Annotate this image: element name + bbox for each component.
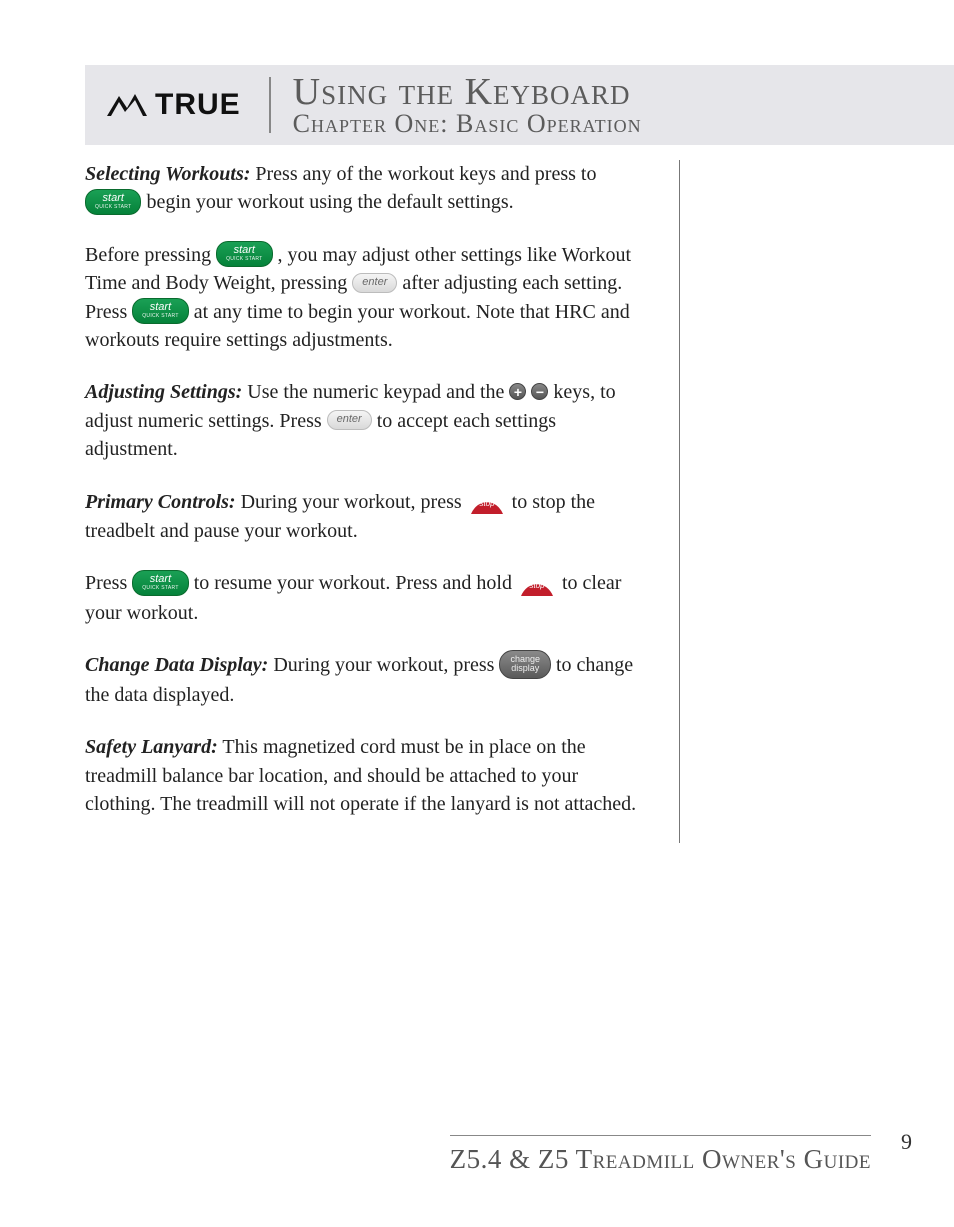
stop-button-icon: stop — [467, 488, 507, 516]
minus-icon: − — [531, 383, 548, 400]
paragraph-safety-lanyard: Safety Lanyard: This magnetized cord mus… — [85, 733, 651, 818]
svg-text:stop: stop — [529, 581, 545, 590]
logo-text: TRUE — [155, 88, 241, 122]
start-button-icon: startQUICK START — [216, 241, 272, 267]
lead-primary-controls: Primary Controls: — [85, 491, 236, 513]
body-content: Selecting Workouts: Press any of the wor… — [85, 160, 680, 843]
title-block: Using the Keyboard Chapter One: Basic Op… — [271, 73, 642, 137]
start-button-icon: startQUICK START — [132, 298, 188, 324]
brand-logo: TRUE — [85, 77, 271, 133]
paragraph-primary-controls: Primary Controls: During your workout, p… — [85, 488, 651, 546]
start-button-icon: startQUICK START — [132, 570, 188, 596]
lead-selecting-workouts: Selecting Workouts: — [85, 163, 250, 185]
logo-icon — [105, 90, 149, 120]
svg-text:stop: stop — [479, 499, 495, 508]
page-number: 9 — [901, 1129, 912, 1155]
start-button-icon: startQUICK START — [85, 189, 141, 215]
lead-safety-lanyard: Safety Lanyard: — [85, 736, 218, 758]
page-footer: Z5.4 & Z5 Treadmill Owner's Guide 9 — [0, 1135, 912, 1175]
change-display-button-icon: changedisplay — [499, 650, 551, 679]
enter-button-icon: enter — [352, 273, 397, 293]
plus-icon: + — [509, 383, 526, 400]
stop-button-icon: stop — [517, 570, 557, 598]
paragraph-before-pressing: Before pressing startQUICK START , you m… — [85, 241, 651, 355]
paragraph-resume: Press startQUICK START to resume your wo… — [85, 569, 651, 627]
page-subtitle: Chapter One: Basic Operation — [293, 111, 642, 137]
page-title: Using the Keyboard — [293, 73, 642, 111]
lead-adjusting-settings: Adjusting Settings: — [85, 381, 242, 403]
paragraph-adjusting-settings: Adjusting Settings: Use the numeric keyp… — [85, 378, 651, 463]
footer-guide-title: Z5.4 & Z5 Treadmill Owner's Guide — [450, 1135, 871, 1175]
enter-button-icon: enter — [327, 410, 372, 430]
paragraph-change-display: Change Data Display: During your workout… — [85, 651, 651, 709]
page-header: TRUE Using the Keyboard Chapter One: Bas… — [85, 65, 954, 145]
lead-change-display: Change Data Display: — [85, 654, 268, 676]
paragraph-selecting-workouts: Selecting Workouts: Press any of the wor… — [85, 160, 651, 217]
